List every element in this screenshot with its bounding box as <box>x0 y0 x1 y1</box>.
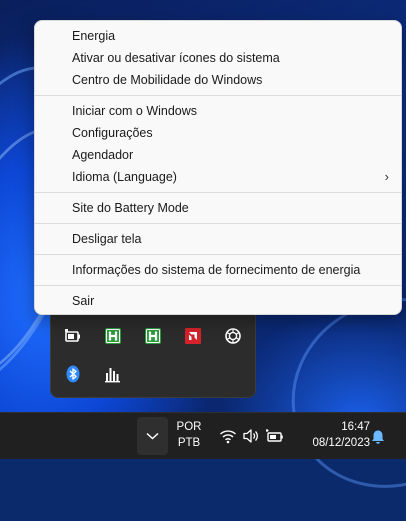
menu-item-battery-mode-site[interactable]: Site do Battery Mode <box>35 197 401 219</box>
menu-item-label: Energia <box>72 29 116 43</box>
menu-item-label: Idioma (Language) <box>72 170 177 184</box>
menu-separator <box>35 285 401 286</box>
clock-time: 16:47 <box>341 421 370 433</box>
menu-item-turn-off-display[interactable]: Desligar tela <box>35 228 401 250</box>
show-hidden-icons-button[interactable] <box>137 417 168 455</box>
menu-item-mobility-center[interactable]: Centro de Mobilidade do Windows <box>35 69 401 91</box>
amd-icon[interactable] <box>183 326 203 346</box>
battery-icon[interactable] <box>265 428 285 449</box>
menu-item-label: Informações do sistema de fornecimento d… <box>72 263 361 277</box>
menu-item-label: Desligar tela <box>72 232 142 246</box>
input-language-indicator[interactable]: POR PTB <box>172 419 206 451</box>
menu-item-scheduler[interactable]: Agendador <box>35 144 401 166</box>
menu-separator <box>35 95 401 96</box>
bluetooth-icon[interactable] <box>63 364 83 384</box>
system-clock[interactable]: 16:47 08/12/2023 <box>296 419 370 451</box>
menu-item-label: Sair <box>72 294 95 308</box>
menu-item-label: Iniciar com o Windows <box>72 104 198 118</box>
menu-item-settings[interactable]: Configurações <box>35 122 401 144</box>
menu-item-toggle-system-icons[interactable]: Ativar ou desativar ícones do sistema <box>35 47 401 69</box>
menu-item-label: Site do Battery Mode <box>72 201 189 215</box>
menu-item-exit[interactable]: Sair <box>35 290 401 312</box>
wifi-icon[interactable] <box>219 428 237 449</box>
menu-item-power-supply-info[interactable]: Informações do sistema de fornecimento d… <box>35 259 401 281</box>
taskbar: POR PTB 16:47 08/12/2023 <box>0 412 406 459</box>
keyboard-layout: PTB <box>177 437 201 449</box>
chevron-right-icon: › <box>384 169 389 184</box>
menu-separator <box>35 192 401 193</box>
menu-item-label: Configurações <box>72 126 153 140</box>
context-menu: Energia Ativar ou desativar ícones do si… <box>34 20 402 315</box>
volume-icon[interactable] <box>242 428 260 449</box>
hwinfo-icon[interactable] <box>143 326 163 346</box>
menu-item-language[interactable]: Idioma (Language) › <box>35 166 401 188</box>
menu-separator <box>35 223 401 224</box>
battery-mode-icon[interactable] <box>63 326 83 346</box>
language-code: POR <box>176 421 202 433</box>
notification-bell-icon[interactable] <box>370 429 386 450</box>
tray-overflow-flyout <box>50 312 256 398</box>
chevron-up-icon <box>146 432 159 440</box>
clock-date: 08/12/2023 <box>312 437 370 449</box>
menu-item-label: Ativar ou desativar ícones do sistema <box>72 51 280 65</box>
menu-item-label: Centro de Mobilidade do Windows <box>72 73 263 87</box>
openai-icon[interactable] <box>223 326 243 346</box>
hwinfo-icon[interactable] <box>103 326 123 346</box>
menu-item-start-with-windows[interactable]: Iniciar com o Windows <box>35 100 401 122</box>
menu-item-label: Agendador <box>72 148 134 162</box>
menu-item-energia[interactable]: Energia <box>35 25 401 47</box>
menu-separator <box>35 254 401 255</box>
audio-meter-icon[interactable] <box>103 364 123 384</box>
